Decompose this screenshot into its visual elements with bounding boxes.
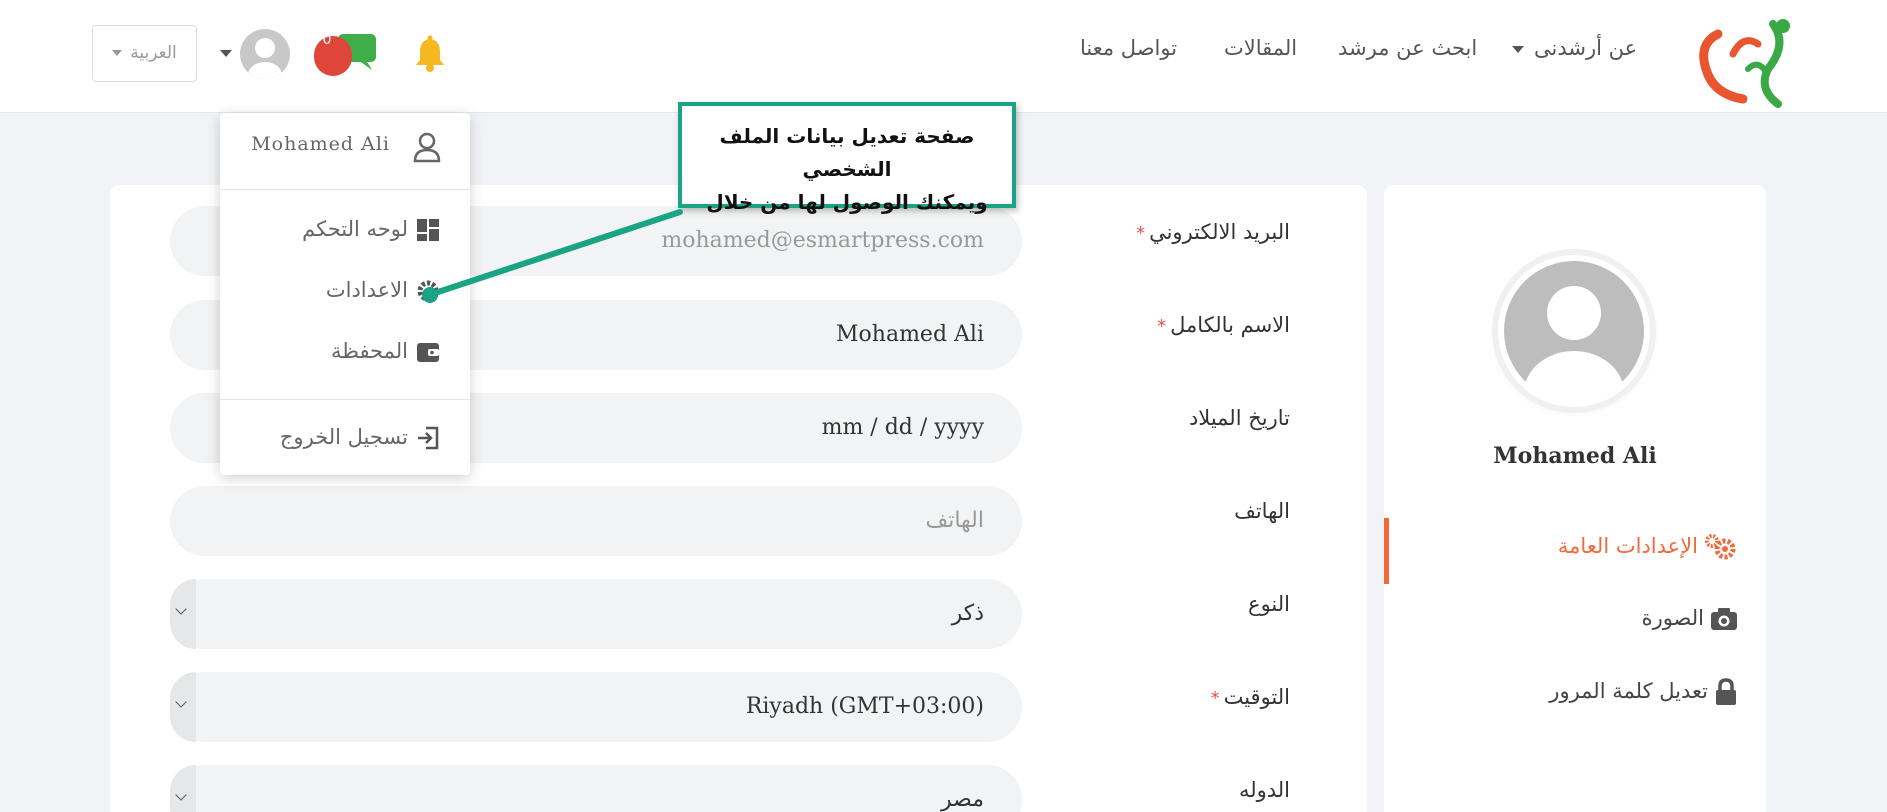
dropdown-item-label: المحفظة: [330, 339, 408, 363]
required-mark: *: [1157, 316, 1167, 337]
nav-search-mentor[interactable]: ابحث عن مرشد: [1338, 36, 1477, 60]
full-name-label: الاسم بالكامل*: [1090, 313, 1290, 337]
chevron-down-icon: [1512, 45, 1524, 53]
dropdown-divider: [220, 399, 470, 400]
language-label: العربية: [130, 43, 177, 63]
nav-about-label: عن أرشدنى: [1534, 36, 1638, 60]
country-select[interactable]: مصر: [170, 765, 1022, 812]
sidebar-item-label: الصورة: [1641, 606, 1704, 630]
user-icon: [413, 132, 441, 163]
profile-avatar: [1498, 255, 1650, 407]
chevron-down-icon: [175, 696, 187, 708]
phone-field[interactable]: الهاتف: [170, 486, 1022, 556]
wallet-icon: [417, 343, 439, 362]
dropdown-user-name: Mohamed Ali: [251, 133, 390, 155]
dashboard-icon: [417, 219, 439, 241]
email-label: البريد الالكتروني*: [1090, 220, 1290, 244]
chevron-down-icon: [175, 603, 187, 615]
sidebar-item-photo[interactable]: الصورة: [1400, 606, 1738, 631]
logout-icon: [418, 426, 439, 450]
bell-icon[interactable]: [410, 34, 450, 74]
phone-label: الهاتف: [1234, 499, 1290, 523]
dropdown-item-wallet[interactable]: المحفظة: [331, 339, 440, 363]
full-name-label-text: الاسم بالكامل: [1170, 313, 1290, 337]
dropdown-item-settings[interactable]: الاعدادات: [326, 278, 440, 303]
dropdown-item-dashboard[interactable]: لوحه التحكم: [302, 217, 440, 242]
site-logo[interactable]: [1688, 14, 1800, 110]
callout-line-1: صفحة تعديل بيانات الملف الشخصي: [719, 124, 975, 181]
user-avatar[interactable]: [240, 29, 290, 79]
active-indicator: [1384, 518, 1389, 584]
dropdown-item-label: الاعدادات: [325, 278, 408, 302]
sidebar-item-label: تعديل كلمة المرور: [1549, 679, 1708, 703]
nav-about[interactable]: عن أرشدنى: [1512, 36, 1637, 60]
language-select[interactable]: العربية: [92, 25, 197, 82]
annotation-callout: صفحة تعديل بيانات الملف الشخصي ويمكنك ال…: [678, 102, 1016, 214]
chevron-down-icon: [112, 50, 123, 56]
gender-label: النوع: [1248, 592, 1290, 616]
dropdown-user-header: Mohamed Ali: [220, 113, 470, 190]
nav-articles[interactable]: المقالات: [1224, 36, 1297, 60]
user-silhouette-icon: [248, 38, 282, 79]
gear-icon: [417, 280, 439, 302]
dropdown-item-label: تسجيل الخروج: [279, 425, 408, 449]
nav-contact[interactable]: تواصل معنا: [1080, 36, 1177, 60]
top-navbar: عن أرشدنى ابحث عن مرشد المقالات تواصل مع…: [0, 0, 1887, 113]
user-menu-caret-icon[interactable]: [220, 50, 232, 57]
country-label: الدوله: [1238, 778, 1290, 802]
camera-icon: [1711, 608, 1737, 630]
sidebar-item-label: الإعدادات العامة: [1557, 534, 1698, 558]
required-mark: *: [1136, 223, 1146, 244]
birthdate-label: تاريخ الميلاد: [1188, 406, 1290, 430]
sidebar-item-change-password[interactable]: تعديل كلمة المرور: [1400, 678, 1738, 706]
profile-name: Mohamed Ali: [1493, 443, 1657, 469]
sidebar-item-general-settings[interactable]: الإعدادات العامة: [1400, 533, 1738, 561]
messages-count-badge: 0: [322, 32, 332, 48]
required-mark: *: [1210, 688, 1220, 709]
email-label-text: البريد الالكتروني: [1149, 220, 1290, 244]
dropdown-item-label: لوحه التحكم: [302, 217, 408, 241]
callout-line-2: ويمكنك الوصول لها من خلال: [706, 190, 988, 214]
gender-select[interactable]: ذكر: [170, 579, 1022, 649]
dropdown-item-logout[interactable]: تسجيل الخروج: [280, 425, 440, 450]
user-silhouette-icon: [1504, 261, 1644, 407]
user-dropdown-menu: Mohamed Ali لوحه التحكم الاعدادات المحفظ…: [220, 113, 470, 475]
lock-icon: [1716, 678, 1736, 705]
timezone-select[interactable]: Riyadh (GMT+03:00): [170, 672, 1022, 742]
chevron-down-icon: [175, 789, 187, 801]
gears-icon: [1705, 534, 1736, 560]
timezone-label-text: التوقيت: [1223, 685, 1290, 709]
timezone-label: التوقيت*: [1090, 685, 1290, 709]
